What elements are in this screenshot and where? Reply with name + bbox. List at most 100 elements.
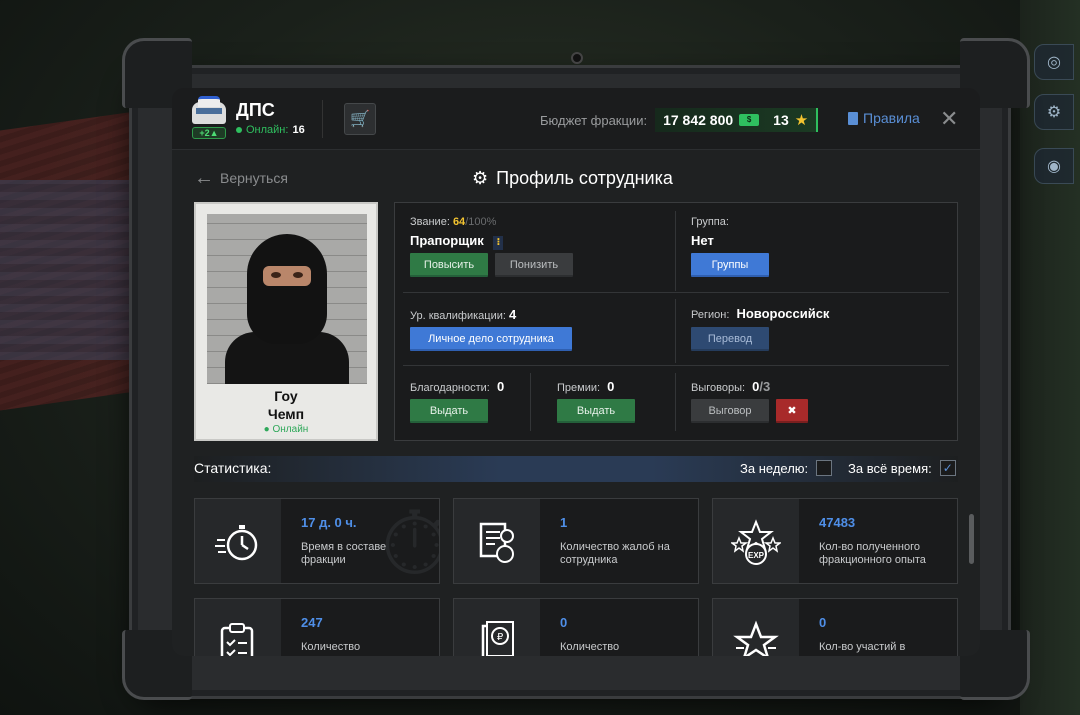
bonus-label: Премии: 0 <box>557 379 615 394</box>
groups-button[interactable]: Группы <box>691 253 769 277</box>
personal-file-button[interactable]: Личное дело сотрудника <box>410 327 572 351</box>
reprimand-label: Выговоры: 0/3 <box>691 379 771 394</box>
faction-budget: Бюджет фракции: 17 842 800 $ 13 ★ <box>540 108 819 132</box>
stat-tile-complaints: 1 Количество жалоб на сотрудника <box>453 498 699 584</box>
clipboard-icon <box>195 599 281 656</box>
rank-label: Звание: 64/100% <box>410 216 497 228</box>
document-icon <box>848 111 858 125</box>
side-hud-button[interactable]: ⚙ <box>1034 94 1074 130</box>
side-hud-button[interactable]: ◎ <box>1034 44 1074 80</box>
tablet-camera <box>571 52 583 64</box>
cart-button[interactable]: 🛒 <box>344 103 376 135</box>
thanks-value: 0 <box>496 379 505 394</box>
group-value: Нет <box>691 233 714 248</box>
reprimand-max: /3 <box>759 379 771 394</box>
employee-status: ● Онлайн <box>263 424 309 435</box>
stat-tile-tasks: 247 Количество <box>194 598 440 656</box>
stat-value: 17 д. 0 ч. <box>301 515 357 530</box>
give-bonus-button[interactable]: Выдать <box>557 399 635 423</box>
employee-first-name: Гоу <box>274 388 298 404</box>
rules-link[interactable]: Правила <box>848 110 920 126</box>
stat-value: 247 <box>301 615 323 630</box>
divider <box>322 100 323 138</box>
stopwatch-icon <box>195 499 281 583</box>
page-title: ⚙ Профиль сотрудника <box>472 168 673 189</box>
give-thanks-button[interactable]: Выдать <box>410 399 488 423</box>
employee-last-name: Чемп <box>267 406 305 422</box>
faction-name: ДПС <box>236 100 275 120</box>
stat-value: 0 <box>560 615 568 630</box>
arrow-left-icon: ← <box>194 167 214 189</box>
stat-description: Кол-во полученного фракционного опыта <box>819 541 926 566</box>
rank-insignia-icon: ⁝ <box>493 236 504 250</box>
region-label: Регион: Новороссийск <box>691 306 830 321</box>
stat-value: 0 <box>819 615 827 630</box>
remove-reprimand-button[interactable]: ✖ <box>776 399 808 423</box>
stat-value: 1 <box>560 515 568 530</box>
online-indicator: Онлайн: 16 <box>236 124 305 136</box>
remove-user-icon: ✖ <box>787 405 797 417</box>
star-icon: ★ <box>794 112 809 129</box>
stat-description: Кол-во участий в <box>819 641 906 653</box>
tablet-screen: +2▲ ДПС Онлайн: 16 🛒 Бюджет фракции: 17 … <box>172 88 980 656</box>
svg-text:₽: ₽ <box>497 632 504 643</box>
online-label: Онлайн: <box>246 124 289 136</box>
budget-value: 17 842 800 <box>663 112 734 128</box>
group-label: Группа: <box>691 216 729 228</box>
all-time-filter: За всё время: ✓ <box>848 460 956 476</box>
exp-stars-icon: EXP <box>713 499 799 583</box>
complaint-icon <box>454 499 540 583</box>
all-time-checkbox[interactable]: ✓ <box>939 460 956 476</box>
top-bar: +2▲ ДПС Онлайн: 16 🛒 Бюджет фракции: 17 … <box>172 88 980 150</box>
statistics-title: Статистика: <box>194 460 272 476</box>
stat-description: Количество жалоб на сотрудника <box>560 541 670 566</box>
page-title-text: Профиль сотрудника <box>496 168 673 188</box>
week-filter: За неделю: <box>740 460 833 476</box>
stat-tile-participation: 0 Кол-во участий в <box>712 598 958 656</box>
star-icon <box>713 599 799 656</box>
back-button[interactable]: ← Вернуться <box>194 167 288 189</box>
cart-icon: 🛒 <box>350 111 370 128</box>
employee-card: Гоу Чемп ● Онлайн <box>194 202 378 441</box>
rank-progress: 64 <box>452 216 466 228</box>
week-checkbox[interactable] <box>816 460 833 476</box>
stars-value: 13 <box>773 112 789 128</box>
rules-label: Правила <box>863 110 920 126</box>
reprimand-button[interactable]: Выговор <box>691 399 769 423</box>
level-badge: +2▲ <box>192 127 226 139</box>
money-icon: $ <box>739 114 760 126</box>
stat-tile-payments: ₽ 0 Количество <box>453 598 699 656</box>
stat-tile-exp: EXP 47483 Кол-во полученного фракционног… <box>712 498 958 584</box>
region-value: Новороссийск <box>736 306 830 321</box>
side-hud-button[interactable]: ◉ <box>1034 148 1074 184</box>
transfer-button[interactable]: Перевод <box>691 327 769 351</box>
stat-description: Количество <box>560 641 620 653</box>
demote-button[interactable]: Понизить <box>495 253 573 277</box>
background-wall <box>0 180 140 360</box>
rank-progress-max: /100% <box>465 216 497 228</box>
budget-box: 17 842 800 $ 13 ★ <box>655 108 819 132</box>
statistics-header: Статистика: За неделю: За всё время: ✓ <box>194 456 958 482</box>
bonus-value: 0 <box>607 379 615 394</box>
budget-label: Бюджет фракции: <box>540 112 648 128</box>
promote-button[interactable]: Повысить <box>410 253 488 277</box>
gear-icon: ⚙ <box>472 168 489 188</box>
stat-description: Время в составе фракции <box>301 541 387 566</box>
ruble-document-icon: ₽ <box>454 599 540 656</box>
all-time-label: За всё время: <box>848 460 932 476</box>
qualification-label: Ур. квалификации: 4 <box>410 307 517 322</box>
close-icon[interactable]: ✕ <box>940 106 958 132</box>
scrollbar[interactable] <box>969 514 974 564</box>
employee-photo <box>207 214 367 384</box>
thanks-label: Благодарности: 0 <box>410 379 505 394</box>
stat-description: Количество <box>301 641 361 653</box>
online-dot-icon <box>236 127 242 133</box>
employee-info-panel: Звание: 64/100% Прапорщик ⁝ Повысить Пон… <box>394 202 958 441</box>
rank-name: Прапорщик ⁝ <box>410 233 504 250</box>
back-label: Вернуться <box>220 170 288 186</box>
svg-text:EXP: EXP <box>748 551 765 560</box>
qualification-value: 4 <box>509 307 517 322</box>
police-car-icon: +2▲ <box>192 96 228 142</box>
online-count: 16 <box>292 124 305 136</box>
stat-tile-time: ⏱ 17 д. 0 ч. Время в составе фракции <box>194 498 440 584</box>
